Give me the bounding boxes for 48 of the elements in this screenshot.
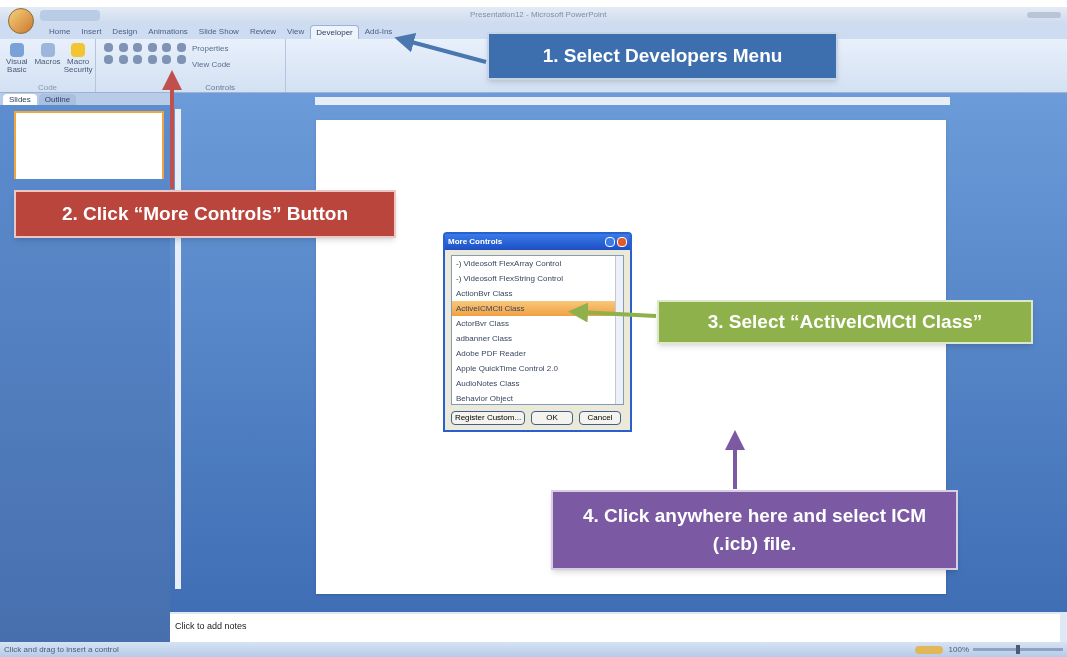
ribbon-button[interactable]: Properties [192, 43, 231, 55]
list-item[interactable]: ActorBvr Class [452, 316, 615, 331]
ribbon-tab[interactable]: Review [244, 25, 282, 39]
ribbon-button[interactable]: Macros [32, 43, 63, 83]
ribbon-button[interactable]: Visual Basic [2, 43, 32, 83]
scrollbar[interactable] [615, 256, 623, 404]
notes-field[interactable]: Click to add notes [170, 614, 1060, 642]
pane-tab[interactable]: Outline [38, 94, 77, 105]
callout: 2. Click “More Controls” Button [14, 190, 396, 238]
zoom-slider[interactable] [1016, 645, 1020, 654]
ribbon-button[interactable]: View Code [192, 59, 231, 71]
office-button[interactable] [8, 8, 34, 34]
view-buttons-icon[interactable] [914, 645, 943, 654]
status-text: Click and drag to insert a control [4, 643, 119, 656]
callout: 3. Select “ActiveICMCtl Class” [657, 300, 1033, 344]
pane-tab[interactable]: Slides [3, 94, 37, 105]
help-icon[interactable] [605, 237, 615, 247]
ribbon-tab[interactable]: Animations [143, 25, 193, 39]
ribbon-tab[interactable]: Insert [76, 25, 107, 39]
arrow [725, 430, 745, 489]
group-label: Controls [205, 83, 235, 92]
slide-thumbnail[interactable] [14, 111, 164, 179]
ribbon-tab[interactable]: Design [107, 25, 143, 39]
list-item[interactable]: Behavior Object [452, 391, 615, 406]
ribbon-tab[interactable]: Add-Ins [359, 25, 398, 39]
group-label: Code [36, 83, 59, 92]
callout: 1. Select Developers Menu [487, 32, 838, 80]
list-item[interactable]: Adobe PDF Reader [452, 346, 615, 361]
ribbon-tab[interactable]: Home [44, 25, 76, 39]
ribbon-tab[interactable]: Developer [310, 25, 359, 39]
zoom-level: 100% [948, 643, 969, 656]
list-item[interactable]: -) Videosoft FlexString Control [452, 271, 615, 286]
ribbon-button[interactable]: Macro Security [63, 43, 93, 83]
list-item[interactable]: AudioNotes Class [452, 376, 615, 391]
list-item[interactable]: -) Videosoft FlexArray Control [452, 256, 615, 271]
list-item[interactable]: Apple QuickTime Control 2.0 [452, 361, 615, 376]
dialog-button[interactable]: Register Custom... [451, 411, 525, 425]
dialog-button[interactable]: Cancel [579, 411, 621, 425]
ribbon-tab[interactable]: Slide Show [193, 25, 244, 39]
close-icon[interactable] [617, 237, 627, 247]
list-item[interactable]: ActionBvr Class [452, 286, 615, 301]
list-item[interactable]: adbanner Class [452, 331, 615, 346]
dialog-button[interactable]: OK [531, 411, 573, 425]
dialog-title: More Controls [448, 236, 503, 248]
window-title: Presentation12 - Microsoft PowerPoint [470, 9, 607, 21]
callout: 4. Click anywhere here and select ICM (.icb) file. [551, 490, 958, 570]
quick-access-toolbar[interactable] [40, 9, 100, 21]
ribbon-tab[interactable]: View [282, 25, 310, 39]
